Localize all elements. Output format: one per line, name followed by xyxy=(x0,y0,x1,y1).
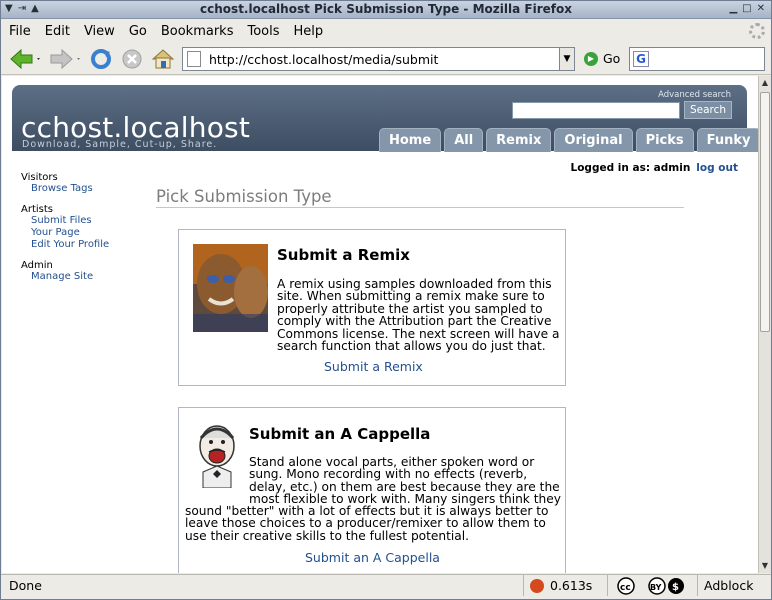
reload-icon xyxy=(91,49,111,69)
search-engine-field[interactable]: G xyxy=(629,47,765,71)
svg-text:$: $ xyxy=(672,582,679,593)
menu-edit[interactable]: Edit xyxy=(45,24,70,39)
scroll-up-icon[interactable]: ▲ xyxy=(759,76,771,90)
sidebar-heading-admin: Admin xyxy=(21,260,53,271)
tab-funky[interactable]: Funky xyxy=(696,128,758,152)
status-text: Done xyxy=(9,578,42,593)
acappella-card: Submit an A Cappella Stand alone vocal p… xyxy=(178,407,566,573)
site-header: Advanced search Search cchost.localhost … xyxy=(12,85,758,152)
scroll-down-icon[interactable]: ▼ xyxy=(759,559,771,573)
adblock-button[interactable]: Adblock xyxy=(697,575,771,596)
go-label: Go xyxy=(603,51,621,66)
go-arrow-icon: ▶ xyxy=(584,51,598,66)
url-text: http://cchost.localhost/media/submit xyxy=(209,51,439,67)
remix-collage-image xyxy=(193,244,268,332)
adblock-label: Adblock xyxy=(704,578,754,593)
title-bar: ▼ ⇥ ▲ cchost.localhost Pick Submission T… xyxy=(1,1,771,19)
submit-remix-link[interactable]: Submit a Remix xyxy=(324,359,423,374)
back-button[interactable] xyxy=(7,47,43,71)
svg-text:BY: BY xyxy=(650,583,662,592)
firebug-icon xyxy=(530,578,544,593)
advanced-search-link[interactable]: Advanced search xyxy=(658,90,731,100)
sidebar-link-manage-site[interactable]: Manage Site xyxy=(21,271,109,283)
acappella-desc-line: leave those choices to a producer/remixe… xyxy=(185,516,546,531)
tab-picks[interactable]: Picks xyxy=(635,128,694,152)
load-time-text: 0.613s xyxy=(550,578,593,593)
remix-card-description: A remix using samples downloaded from th… xyxy=(277,278,559,354)
menu-bar: File Edit View Go Bookmarks Tools Help xyxy=(1,20,771,42)
logout-link[interactable]: log out xyxy=(696,162,738,174)
site-search-button[interactable]: Search xyxy=(684,101,732,119)
window-right-buttons: ▁ □ ✕ xyxy=(729,3,765,14)
tab-original[interactable]: Original xyxy=(554,128,633,152)
page-load-time: 0.613s xyxy=(523,575,598,596)
menu-view[interactable]: View xyxy=(84,24,115,39)
remix-card-heading: Submit a Remix xyxy=(277,246,410,264)
menu-tools[interactable]: Tools xyxy=(247,24,279,39)
tab-home[interactable]: Home xyxy=(379,128,442,152)
submit-acappella-link[interactable]: Submit an A Cappella xyxy=(305,550,440,565)
site-search-input[interactable] xyxy=(512,102,680,119)
home-icon xyxy=(151,49,175,69)
page-title: Pick Submission Type xyxy=(156,187,332,206)
menu-help[interactable]: Help xyxy=(294,24,324,39)
remix-desc-line: search function that allows you do just … xyxy=(277,339,546,354)
back-arrow-icon xyxy=(10,48,40,70)
site-tagline: Download, Sample, Cut-up, Share. xyxy=(22,139,218,150)
window-title: cchost.localhost Pick Submission Type - … xyxy=(200,2,572,16)
acappella-desc-line: sung. Mono recording with no effects (re… xyxy=(249,467,528,482)
sidebar-link-edit-profile[interactable]: Edit Your Profile xyxy=(21,239,109,251)
reload-button[interactable] xyxy=(89,47,113,71)
acappella-thumbnail xyxy=(193,422,243,488)
acappella-card-description-bottom: sound "better" with a lot of effects but… xyxy=(185,505,548,543)
remix-desc-line: comply with the Attribution part the Cre… xyxy=(277,314,552,329)
browser-window: ▼ ⇥ ▲ cchost.localhost Pick Submission T… xyxy=(0,0,772,600)
logged-in-text: Logged in as: admin xyxy=(570,162,691,174)
sidebar-heading-visitors: Visitors xyxy=(21,172,58,183)
status-bar: Done 0.613s cc BY $ Adblock xyxy=(1,574,771,596)
site-tabs: Home All Remix Original Picks Funky xyxy=(379,128,758,152)
sidebar-link-your-page[interactable]: Your Page xyxy=(21,227,109,239)
vertical-scrollbar[interactable]: ▲ ▼ xyxy=(758,76,771,573)
cc-license-indicator[interactable]: cc BY $ xyxy=(607,575,695,596)
minimize-icon[interactable]: ▁ xyxy=(729,3,737,14)
menu-go[interactable]: Go xyxy=(129,24,147,39)
google-icon[interactable]: G xyxy=(633,51,649,67)
remix-desc-line: site. When submitting a remix make sure … xyxy=(277,289,545,304)
throbber-icon xyxy=(749,23,765,39)
navigation-toolbar: http://cchost.localhost/media/submit ▼ ▶… xyxy=(1,43,771,75)
cc-by-icon: cc BY $ xyxy=(617,576,684,595)
forward-button[interactable] xyxy=(47,47,83,71)
home-button[interactable] xyxy=(150,47,176,71)
menu-file[interactable]: File xyxy=(9,24,31,39)
tab-all[interactable]: All xyxy=(444,128,484,152)
url-history-dropdown[interactable]: ▼ xyxy=(559,47,575,71)
menu-bookmarks[interactable]: Bookmarks xyxy=(161,24,234,39)
stop-icon xyxy=(122,49,142,69)
page-title-divider xyxy=(156,207,684,208)
maximize-icon[interactable]: □ xyxy=(742,3,751,14)
sidebar: Visitors Browse Tags Artists Submit File… xyxy=(21,172,109,283)
login-status: Logged in as: admin log out xyxy=(571,162,738,174)
go-button[interactable]: ▶ Go xyxy=(584,51,620,66)
scrollbar-thumb[interactable] xyxy=(760,92,770,332)
close-icon[interactable]: ✕ xyxy=(757,3,765,14)
url-bar[interactable]: http://cchost.localhost/media/submit xyxy=(182,47,560,71)
sidebar-heading-artists: Artists xyxy=(21,204,53,215)
svg-text:cc: cc xyxy=(620,583,631,593)
web-content: Advanced search Search cchost.localhost … xyxy=(2,76,758,573)
acappella-card-description-top: Stand alone vocal parts, either spoken w… xyxy=(249,456,561,506)
sidebar-link-submit-files[interactable]: Submit Files xyxy=(21,215,109,227)
stop-button[interactable] xyxy=(120,47,144,71)
remix-thumbnail xyxy=(193,244,268,332)
forward-arrow-icon xyxy=(50,48,80,70)
remix-card: Submit a Remix A remix using samples dow… xyxy=(178,229,566,386)
page-icon xyxy=(187,51,201,67)
sidebar-link-browse-tags[interactable]: Browse Tags xyxy=(21,183,109,195)
acappella-desc-line: use their creative skills to the fullest… xyxy=(185,528,470,543)
tab-remix[interactable]: Remix xyxy=(486,128,552,152)
acappella-card-heading: Submit an A Cappella xyxy=(249,425,431,443)
singer-caricature-image xyxy=(193,422,243,488)
